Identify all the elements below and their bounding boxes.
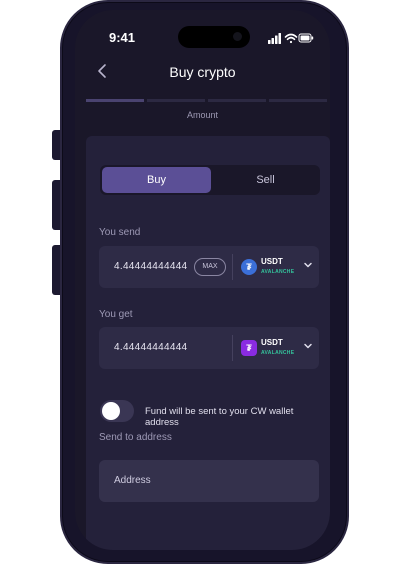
get-amount-value[interactable]: 4.44444444444 — [114, 327, 187, 369]
address-input[interactable]: Address — [114, 460, 151, 502]
get-label: You get — [99, 309, 133, 320]
tab-sell[interactable]: Sell — [211, 167, 320, 193]
wifi-icon — [284, 33, 298, 44]
send-label: You send — [99, 227, 141, 238]
header: Buy crypto — [75, 64, 330, 88]
page-title: Buy crypto — [169, 64, 236, 80]
buy-sell-toggle: Buy Sell — [100, 165, 320, 195]
status-bar: 9:41 — [75, 26, 330, 48]
cw-wallet-toggle-label: Fund will be sent to your CW wallet addr… — [145, 406, 294, 428]
send-amount-input[interactable]: 4.44444444444 — [114, 246, 187, 288]
status-time: 9:41 — [109, 30, 136, 45]
phone-volume-down — [52, 245, 60, 295]
signal-icon — [268, 33, 281, 44]
max-button[interactable]: MAX — [194, 258, 226, 276]
send-currency-ticker[interactable]: USDT — [261, 257, 283, 266]
step-progress — [86, 99, 330, 102]
phone-side-button — [52, 130, 60, 160]
tab-buy[interactable]: Buy — [102, 167, 211, 193]
toggle-knob — [102, 402, 120, 420]
camera-icon — [233, 32, 242, 41]
battery-icon — [298, 33, 314, 43]
progress-step-3 — [208, 99, 266, 102]
send-currency-network: AVALANCHE — [261, 269, 295, 275]
address-label: Send to address — [99, 432, 172, 443]
get-currency-network: AVALANCHE — [261, 350, 295, 356]
progress-step-1 — [86, 99, 144, 102]
step-label: Amount — [186, 110, 219, 120]
phone-screen: 9:41 Buy crypto Amount Buy Sell You send… — [75, 10, 330, 550]
chevron-down-icon[interactable] — [303, 341, 313, 351]
get-field: 4.44444444444 ₮ USDT AVALANCHE — [99, 327, 319, 369]
address-field[interactable]: Address — [99, 460, 319, 502]
cw-wallet-toggle[interactable] — [100, 400, 134, 422]
chevron-down-icon[interactable] — [303, 260, 313, 270]
usdt-coin-icon: ₮ — [241, 340, 257, 356]
get-currency-ticker[interactable]: USDT — [261, 338, 283, 347]
phone-volume-up — [52, 180, 60, 230]
progress-step-4 — [269, 99, 327, 102]
send-field: 4.44444444444 MAX ₮ USDT AVALANCHE — [99, 246, 319, 288]
status-icons — [268, 33, 314, 44]
field-divider — [232, 335, 233, 361]
dynamic-island — [178, 26, 250, 48]
progress-step-2 — [147, 99, 205, 102]
field-divider — [232, 254, 233, 280]
usdt-coin-icon: ₮ — [241, 259, 257, 275]
